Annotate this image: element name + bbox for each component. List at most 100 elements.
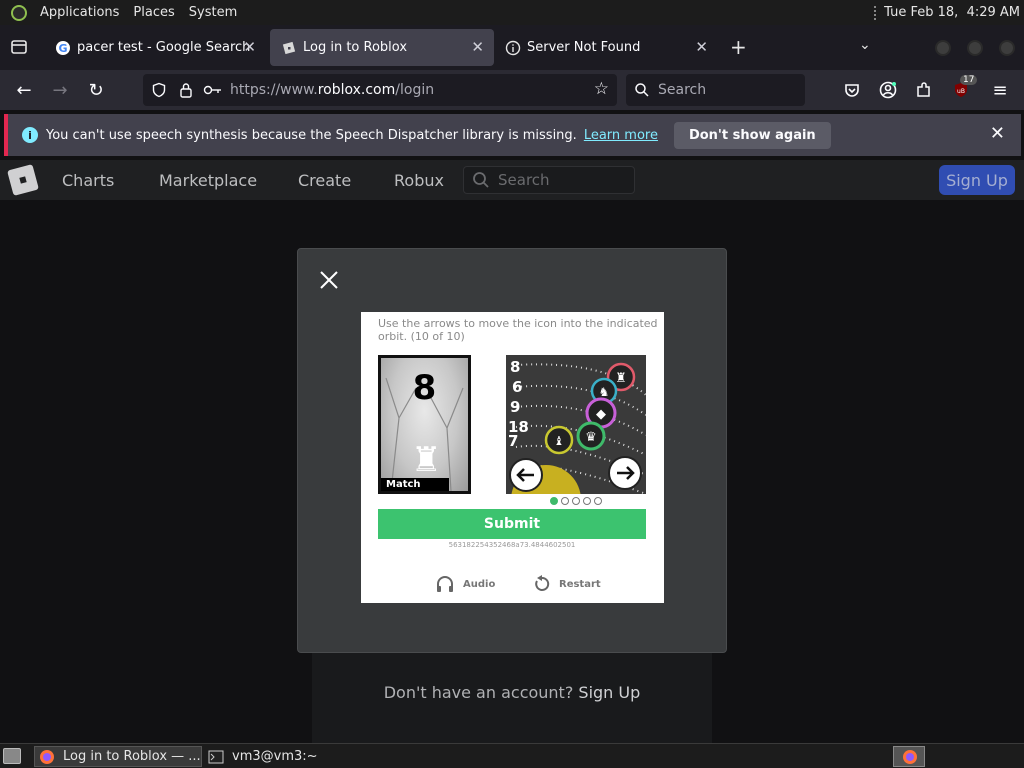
close-icon[interactable]	[318, 269, 340, 291]
restart-button[interactable]: Restart	[533, 575, 601, 593]
svg-text:♜: ♜	[615, 371, 627, 386]
submit-button[interactable]: Submit	[378, 509, 646, 539]
chess-rook-icon: ♜	[411, 440, 442, 480]
tab-google-search[interactable]: G pacer test - Google Search ✕	[44, 29, 266, 66]
url-path: /login	[395, 82, 435, 98]
hamburger-menu-icon[interactable]: ≡	[990, 80, 1010, 101]
left-arrow-button[interactable]	[510, 459, 542, 491]
captcha-challenge: Use the arrows to move the icon into the…	[361, 312, 664, 603]
maximize-window-button[interactable]	[967, 40, 983, 56]
nav-charts[interactable]: Charts	[62, 171, 114, 190]
minimize-window-button[interactable]	[935, 40, 951, 56]
svg-text:♞: ♞	[599, 385, 610, 399]
taskbar-item-label: Log in to Roblox — ...	[63, 749, 201, 764]
taskbar-item-label: vm3@vm3:~	[232, 749, 318, 764]
info-circle-icon	[505, 40, 521, 56]
workspace-switcher[interactable]	[893, 746, 925, 767]
chevron-down-icon[interactable]: ⌄	[859, 37, 871, 53]
audio-label: Audio	[463, 578, 496, 590]
extensions-puzzle-icon[interactable]	[914, 80, 934, 100]
bottom-taskbar: Log in to Roblox — ... vm3@vm3:~	[0, 743, 1024, 768]
signup-button[interactable]: Sign Up	[939, 165, 1015, 195]
terminal-icon	[208, 749, 224, 765]
url-bar[interactable]: https://www.roblox.com/login ☆	[143, 74, 617, 106]
tab-roblox-login[interactable]: Log in to Roblox ✕	[270, 29, 494, 66]
match-this-label: Match This!	[381, 478, 449, 491]
tracking-shield-icon[interactable]	[151, 82, 167, 98]
svg-text:◆: ◆	[596, 407, 606, 422]
svg-text:♝: ♝	[554, 434, 565, 448]
info-icon: i	[22, 127, 38, 143]
ublock-origin-icon[interactable]: uB 17	[951, 75, 978, 100]
right-arrow-button[interactable]	[609, 457, 641, 489]
progress-dot	[583, 497, 591, 505]
bookmark-star-icon[interactable]: ☆	[594, 79, 609, 99]
captcha-instruction: Use the arrows to move the icon into the…	[378, 317, 658, 343]
nav-marketplace[interactable]: Marketplace	[159, 171, 257, 190]
search-icon	[473, 172, 489, 188]
new-tab-plus-icon[interactable]: +	[730, 35, 747, 59]
search-icon	[635, 83, 649, 97]
roblox-search-placeholder: Search	[498, 171, 550, 189]
login-card: Don't have an account? Sign Up	[312, 650, 712, 743]
menu-places[interactable]: Places	[127, 5, 180, 20]
progress-dot	[550, 497, 558, 505]
lock-icon[interactable]	[179, 82, 193, 98]
url-text[interactable]: https://www.roblox.com/login	[230, 82, 434, 98]
roblox-favicon-icon	[281, 40, 297, 56]
notification-text: You can't use speech synthesis because t…	[46, 127, 577, 143]
tab-bar: G pacer test - Google Search ✕ Log in to…	[0, 25, 1024, 70]
orbit-number: 8	[510, 358, 521, 376]
svg-text:G: G	[58, 42, 67, 55]
learn-more-link[interactable]: Learn more	[584, 128, 658, 143]
tab-close-icon[interactable]: ✕	[695, 38, 708, 56]
tab-close-icon[interactable]: ✕	[471, 38, 484, 56]
no-account-text: Don't have an account?	[383, 683, 574, 702]
close-window-button[interactable]	[999, 40, 1015, 56]
tab-title: pacer test - Google Search	[77, 40, 251, 55]
session-token: 563182254352468a73.4844602501	[448, 541, 576, 549]
screen: Applications Places System Tue Feb 18, 4…	[0, 0, 1024, 768]
url-prefix: https://www.	[230, 82, 318, 98]
svg-text:uB: uB	[957, 88, 965, 95]
orbit-number: 9	[510, 398, 521, 416]
firefox-icon	[903, 750, 917, 764]
signup-link[interactable]: Sign Up	[578, 683, 640, 702]
navigation-toolbar: ← → ↻ https://www.roblox.com/login ☆ Sea…	[0, 70, 1024, 110]
key-icon[interactable]	[203, 82, 223, 98]
distro-logo-icon[interactable]	[11, 4, 27, 21]
roblox-logo-icon[interactable]	[7, 164, 39, 196]
orbit-puzzle[interactable]: ♜ ♞ ◆ ♛ ♝ 8 6 9 18 7	[506, 355, 646, 494]
google-favicon-icon: G	[55, 40, 71, 56]
show-desktop-icon[interactable]	[3, 748, 21, 764]
top-panel: Applications Places System Tue Feb 18, 4…	[0, 0, 1024, 25]
headphones-icon	[437, 576, 453, 592]
reload-icon[interactable]: ↻	[86, 80, 106, 101]
taskbar-item-terminal[interactable]: vm3@vm3:~	[204, 746, 372, 767]
target-image: 8 ♜ Match This!	[378, 355, 471, 494]
forward-arrow-icon[interactable]: →	[50, 80, 70, 101]
search-bar[interactable]: Search	[626, 74, 805, 106]
roblox-search-input[interactable]: Search	[463, 166, 635, 194]
dont-show-again-button[interactable]: Don't show again	[673, 121, 831, 149]
audio-button[interactable]: Audio	[435, 575, 495, 593]
menu-applications[interactable]: Applications	[34, 5, 125, 20]
progress-dots	[550, 497, 602, 505]
close-icon[interactable]: ✕	[990, 123, 1005, 144]
firefox-view-icon[interactable]	[9, 37, 29, 57]
menu-system[interactable]: System	[183, 5, 243, 20]
account-icon[interactable]	[878, 80, 898, 100]
taskbar-item-firefox[interactable]: Log in to Roblox — ...	[34, 746, 202, 767]
ublock-badge: 17	[960, 75, 978, 85]
no-account-row: Don't have an account? Sign Up	[312, 683, 712, 702]
tab-close-icon[interactable]: ✕	[243, 38, 256, 56]
nav-robux[interactable]: Robux	[394, 171, 444, 190]
progress-dot	[572, 497, 580, 505]
tab-server-not-found[interactable]: Server Not Found ✕	[494, 29, 718, 66]
panel-clock[interactable]: Tue Feb 18, 4:29 AM	[884, 5, 1020, 20]
back-arrow-icon[interactable]: ←	[14, 80, 34, 101]
nav-create[interactable]: Create	[298, 171, 351, 190]
orbit-number: 6	[512, 378, 523, 396]
orbit-numbers: 8 6 9 18 7	[508, 357, 529, 451]
pocket-icon[interactable]	[842, 80, 862, 100]
